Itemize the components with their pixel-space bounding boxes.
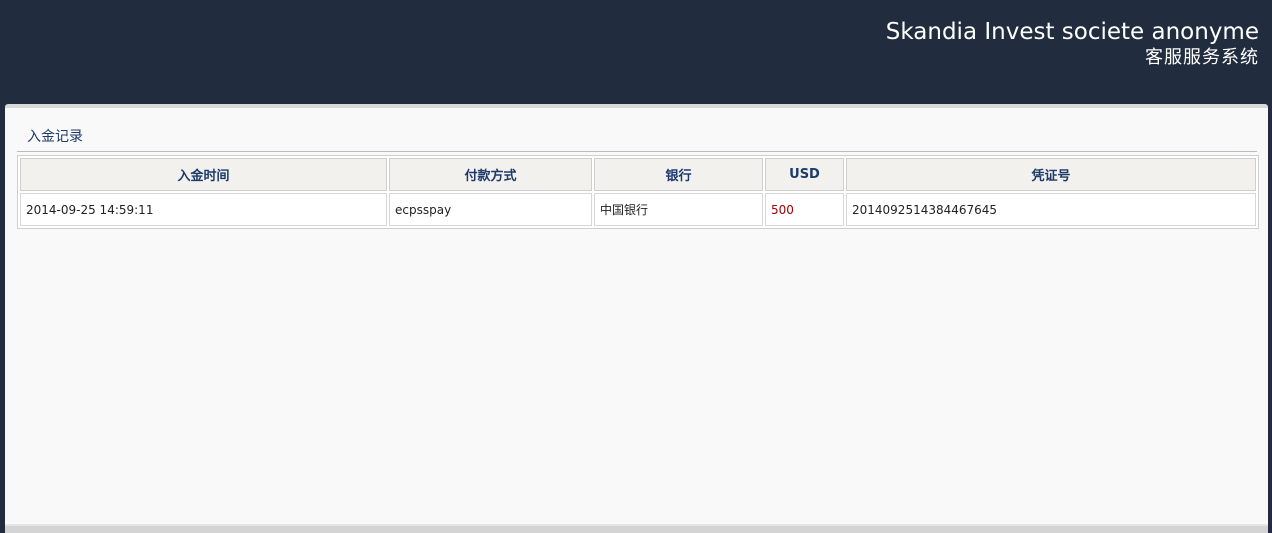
company-name: Skandia Invest societe anonyme (885, 19, 1259, 45)
cell-payment-method: ecpsspay (389, 193, 592, 226)
column-header-voucher-no: 凭证号 (846, 158, 1256, 191)
cell-bank: 中国银行 (594, 193, 763, 226)
column-header-payment-method: 付款方式 (389, 158, 592, 191)
cell-voucher-no: 2014092514384467645 (846, 193, 1256, 226)
table-row: 2014-09-25 14:59:11 ecpsspay 中国银行 500 20… (20, 193, 1256, 226)
system-name: 客服服务系统 (1145, 47, 1259, 68)
cell-time: 2014-09-25 14:59:11 (20, 193, 387, 226)
content-panel: 入金记录 入金时间 付款方式 银行 USD 凭证号 2014-09-25 14:… (5, 104, 1268, 528)
table-header-row: 入金时间 付款方式 银行 USD 凭证号 (20, 158, 1256, 191)
section-divider (17, 151, 1257, 152)
column-header-bank: 银行 (594, 158, 763, 191)
deposit-records-table: 入金时间 付款方式 银行 USD 凭证号 2014-09-25 14:59:11… (17, 155, 1259, 229)
section-title: 入金记录 (27, 129, 83, 145)
header-bar: Skandia Invest societe anonyme 客服服务系统 (0, 0, 1272, 104)
column-header-time: 入金时间 (20, 158, 387, 191)
cell-usd-amount: 500 (765, 193, 844, 226)
column-header-usd: USD (765, 158, 844, 191)
footer-strip (5, 524, 1268, 533)
